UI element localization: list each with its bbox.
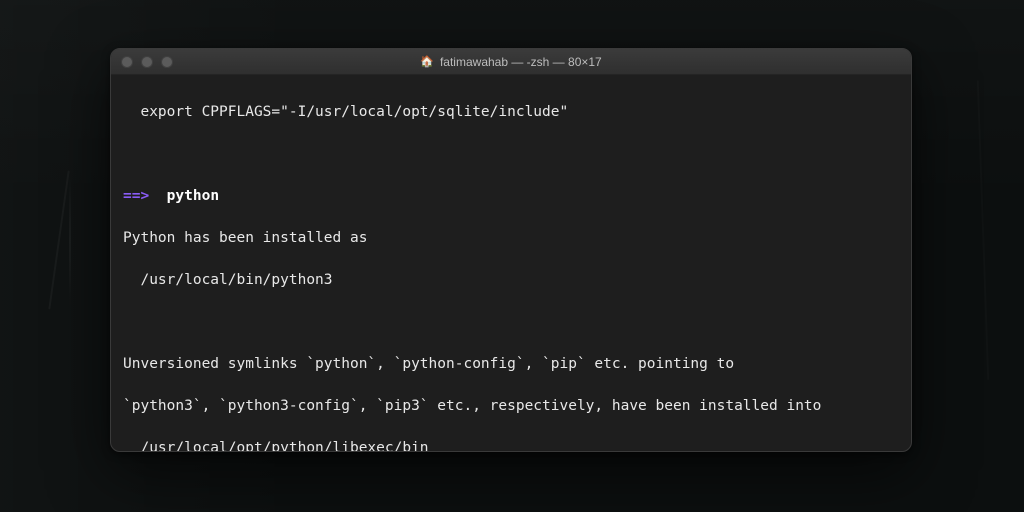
caveat-title: python (167, 188, 219, 204)
zoom-icon[interactable] (161, 56, 173, 68)
term-line: Python has been installed as (123, 228, 899, 249)
titlebar[interactable]: 🏠 fatimawahab — -zsh — 80×17 (111, 49, 911, 75)
minimize-icon[interactable] (141, 56, 153, 68)
term-blank (123, 144, 899, 165)
term-line: export CPPFLAGS="-I/usr/local/opt/sqlite… (123, 102, 899, 123)
close-icon[interactable] (121, 56, 133, 68)
window-title-text: fatimawahab — -zsh — 80×17 (440, 55, 602, 69)
arrow-icon: ==> (123, 188, 149, 204)
term-caveat-header: ==> python (123, 186, 899, 207)
home-icon: 🏠 (420, 55, 434, 68)
traffic-lights (121, 56, 173, 68)
term-line: `python3`, `python3-config`, `pip3` etc.… (123, 396, 899, 417)
term-blank (123, 312, 899, 333)
terminal-window: 🏠 fatimawahab — -zsh — 80×17 export CPPF… (110, 48, 912, 452)
window-title: 🏠 fatimawahab — -zsh — 80×17 (111, 55, 911, 69)
term-line: Unversioned symlinks `python`, `python-c… (123, 354, 899, 375)
term-line: /usr/local/bin/python3 (123, 270, 899, 291)
terminal-body[interactable]: export CPPFLAGS="-I/usr/local/opt/sqlite… (111, 75, 911, 451)
term-line: /usr/local/opt/python/libexec/bin (123, 438, 899, 451)
